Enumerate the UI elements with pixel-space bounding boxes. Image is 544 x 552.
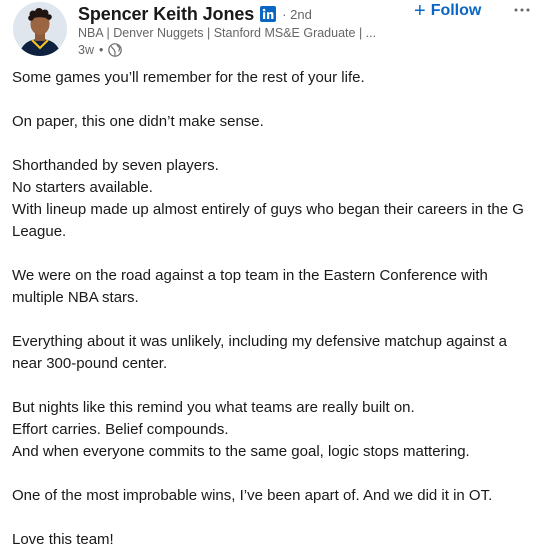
- ellipsis-icon: [514, 8, 530, 12]
- author-headline: NBA | Denver Nuggets | Stanford MS&E Gra…: [78, 26, 377, 40]
- author-avatar[interactable]: [13, 2, 67, 56]
- post-text-line: We were on the road against a top team i…: [12, 267, 488, 306]
- meta-separator: •: [98, 43, 104, 57]
- post-paragraph: Shorthanded by seven players. No starters…: [12, 155, 537, 243]
- post-text-line: Some games you’ll remember for the rest …: [12, 69, 365, 86]
- post-time: 3w: [78, 43, 94, 57]
- post-text-line: One of the most improbable wins, I’ve be…: [12, 487, 493, 504]
- post-text-line: Effort carries. Belief compounds.: [12, 421, 229, 438]
- post-text-line: Love this team!: [12, 531, 114, 548]
- author-name-row: Spencer Keith Jones · 2nd: [78, 2, 312, 26]
- more-options-button[interactable]: [511, 0, 533, 20]
- follow-label: Follow: [430, 2, 482, 19]
- connection-degree: · 2nd: [282, 6, 312, 22]
- post-paragraph: On paper, this one didn’t make sense.: [12, 111, 537, 133]
- feed-post: Spencer Keith Jones · 2nd NBA | Denver N…: [0, 0, 544, 552]
- post-paragraph: One of the most improbable wins, I’ve be…: [12, 485, 537, 507]
- post-text-line: No starters available.: [12, 179, 153, 196]
- post-meta: 3w •: [78, 41, 123, 59]
- post-paragraph: Everything about it was unlikely, includ…: [12, 331, 537, 375]
- globe-icon: [108, 43, 123, 57]
- post-paragraph: But nights like this remind you what tea…: [12, 397, 537, 463]
- author-name[interactable]: Spencer Keith Jones: [78, 4, 254, 25]
- follow-button[interactable]: + Follow: [414, 0, 481, 23]
- linkedin-icon: [260, 6, 277, 22]
- plus-icon: +: [414, 0, 426, 22]
- post-text-line: With lineup made up almost entirely of g…: [12, 201, 524, 240]
- post-text-line: Shorthanded by seven players.: [12, 157, 219, 174]
- post-paragraph: Some games you’ll remember for the rest …: [12, 67, 537, 89]
- post-text-line: And when everyone commits to the same go…: [12, 443, 470, 460]
- post-paragraph: Love this team!: [12, 529, 537, 551]
- post-paragraph: We were on the road against a top team i…: [12, 265, 537, 309]
- post-body: Some games you’ll remember for the rest …: [12, 67, 537, 551]
- post-text-line: On paper, this one didn’t make sense.: [12, 113, 264, 130]
- post-text-line: Everything about it was unlikely, includ…: [12, 333, 507, 372]
- post-text-line: But nights like this remind you what tea…: [12, 399, 415, 416]
